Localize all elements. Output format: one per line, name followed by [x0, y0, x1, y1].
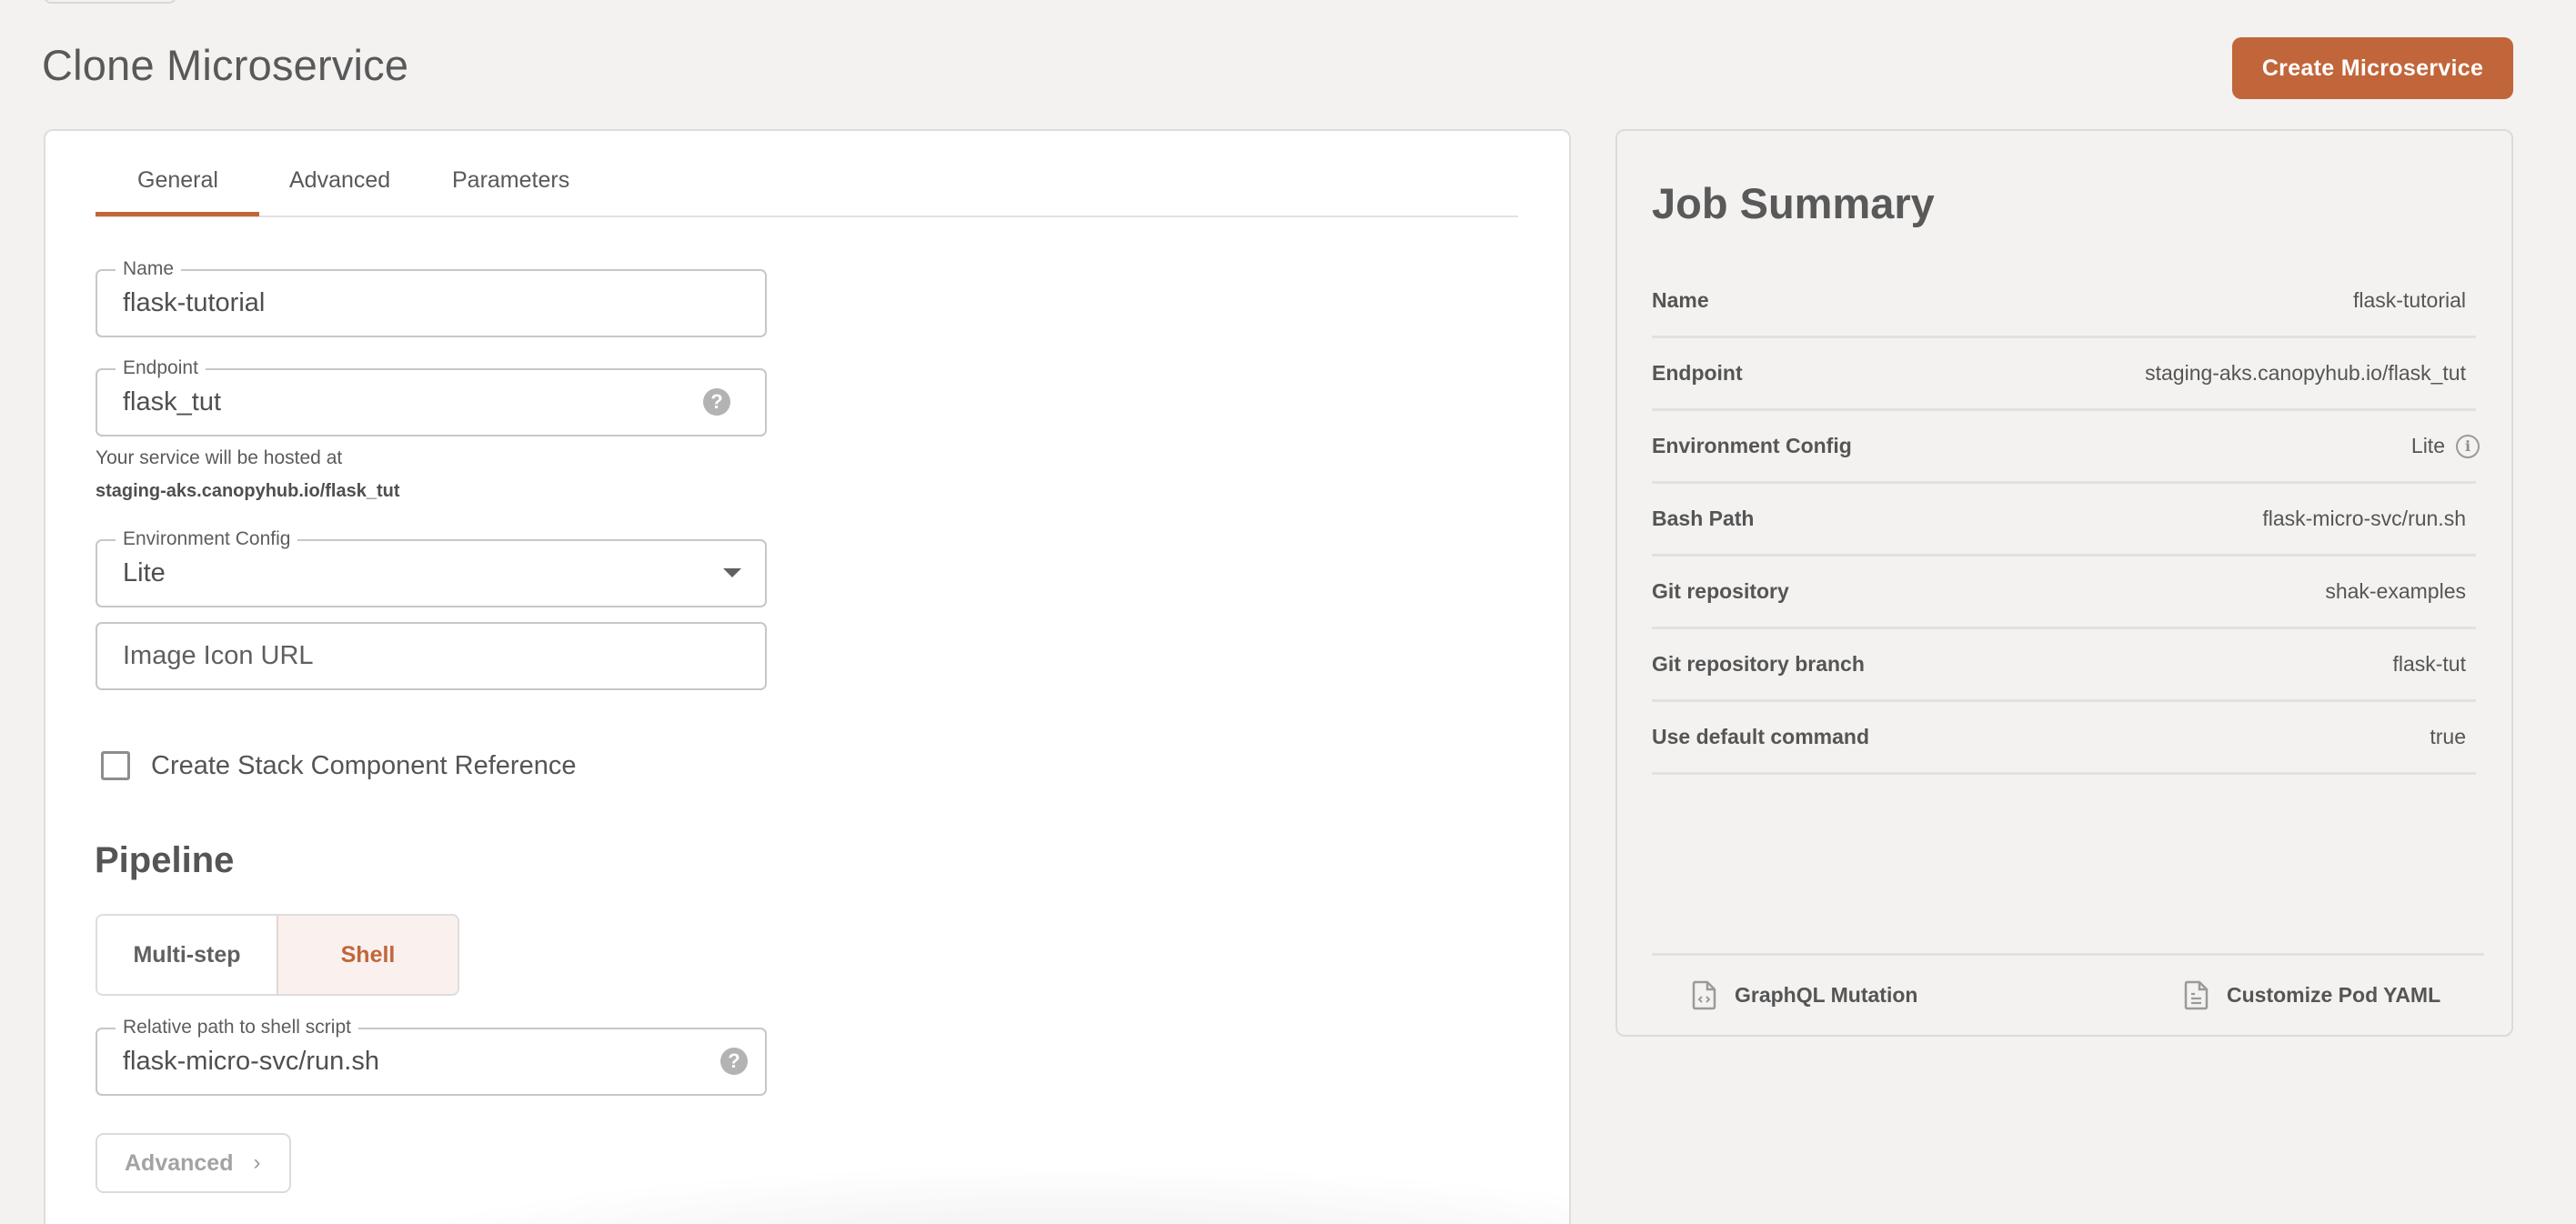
pipeline-option-multi-step[interactable]: Multi-step [97, 916, 278, 994]
document-icon [2184, 980, 2209, 1009]
summary-key: Git repository branch [1652, 652, 1865, 676]
summary-key: Git repository [1652, 579, 1789, 603]
active-tab-indicator [96, 212, 259, 216]
summary-footer-divider [1652, 953, 2484, 956]
pipeline-type-toggle: Multi-step Shell [96, 914, 459, 996]
summary-key: Endpoint [1652, 361, 1743, 385]
tabs-divider [96, 216, 1518, 217]
name-field[interactable]: Name flask-tutorial [96, 258, 767, 337]
create-microservice-button[interactable]: Create Microservice [2232, 37, 2513, 99]
summary-value: flask-micro-svc/run.sh [2262, 484, 2466, 554]
image-icon-url-field[interactable]: Image Icon URL [96, 622, 767, 690]
image-icon-url-input[interactable]: Image Icon URL [123, 624, 314, 688]
environment-config-select[interactable]: Environment Config Lite [96, 528, 767, 607]
chevron-right-icon: › [253, 1150, 261, 1175]
graphql-mutation-label: GraphQL Mutation [1735, 982, 1918, 1007]
question-circle-icon[interactable]: ? [720, 1048, 748, 1075]
tab-general[interactable]: General [137, 158, 218, 202]
advanced-button[interactable]: Advanced › [96, 1133, 291, 1193]
page-title: Clone Microservice [42, 41, 409, 89]
tab-parameters[interactable]: Parameters [452, 158, 569, 202]
summary-value-text: shak-examples [2325, 579, 2466, 603]
summary-value: Lite i [2410, 411, 2480, 481]
top-back-button[interactable] [44, 0, 176, 4]
tab-advanced[interactable]: Advanced [289, 158, 390, 202]
name-input[interactable]: flask-tutorial [123, 271, 265, 336]
summary-value: shak-examples [2325, 557, 2466, 627]
summary-value: staging-aks.canopyhub.io/flask_tut [2145, 338, 2466, 408]
stack-component-reference-label[interactable]: Create Stack Component Reference [151, 749, 576, 782]
summary-value: flask-tut [2392, 629, 2466, 699]
pipeline-heading: Pipeline [95, 840, 235, 880]
relative-path-field[interactable]: Relative path to shell script flask-micr… [96, 1017, 767, 1096]
code-file-icon [1692, 980, 1716, 1009]
summary-row-git-branch: Git repository branch flask-tut [1652, 629, 2476, 702]
question-circle-icon[interactable]: ? [703, 388, 730, 416]
chevron-down-icon[interactable] [723, 568, 741, 577]
graphql-mutation-link[interactable]: GraphQL Mutation [1692, 978, 1917, 1011]
summary-value: true [2430, 702, 2466, 772]
advanced-button-label: Advanced [125, 1149, 234, 1176]
customize-pod-yaml-label: Customize Pod YAML [2227, 982, 2441, 1007]
relative-path-input[interactable]: flask-micro-svc/run.sh [123, 1029, 379, 1094]
summary-value-text: staging-aks.canopyhub.io/flask_tut [2145, 361, 2466, 385]
summary-key: Name [1652, 288, 1709, 312]
summary-row-endpoint: Endpoint staging-aks.canopyhub.io/flask_… [1652, 338, 2476, 411]
summary-value: flask-tutorial [2353, 266, 2466, 336]
customize-pod-yaml-link[interactable]: Customize Pod YAML [2184, 978, 2440, 1011]
summary-row-bash-path: Bash Path flask-micro-svc/run.sh [1652, 484, 2476, 557]
info-icon[interactable]: i [2456, 434, 2480, 458]
summary-value-text: flask-tut [2392, 652, 2466, 676]
summary-row-environment-config: Environment Config Lite i [1652, 411, 2480, 484]
summary-row-git-repository: Git repository shak-examples [1652, 557, 2476, 629]
summary-value-text: flask-micro-svc/run.sh [2262, 507, 2466, 530]
summary-value-text: Lite [2410, 434, 2445, 457]
summary-row-name: Name flask-tutorial [1652, 266, 2476, 338]
job-summary-title: Job Summary [1652, 179, 1935, 227]
summary-value-text: flask-tutorial [2353, 288, 2466, 312]
summary-key: Use default command [1652, 725, 1869, 748]
pipeline-option-shell[interactable]: Shell [278, 916, 458, 994]
scroll-fade [318, 1164, 1569, 1224]
stack-component-reference-checkbox[interactable] [101, 751, 130, 780]
summary-row-use-default-command: Use default command true [1652, 702, 2476, 775]
summary-key: Environment Config [1652, 434, 1852, 457]
endpoint-field[interactable]: Endpoint flask_tut ? [96, 357, 767, 436]
endpoint-input[interactable]: flask_tut [123, 370, 221, 435]
environment-config-value: Lite [123, 558, 166, 587]
summary-value-text: true [2430, 725, 2466, 748]
summary-key: Bash Path [1652, 507, 1755, 530]
host-help-text: Your service will be hosted at [96, 447, 343, 468]
host-url-text: staging-aks.canopyhub.io/flask_tut [96, 481, 400, 501]
